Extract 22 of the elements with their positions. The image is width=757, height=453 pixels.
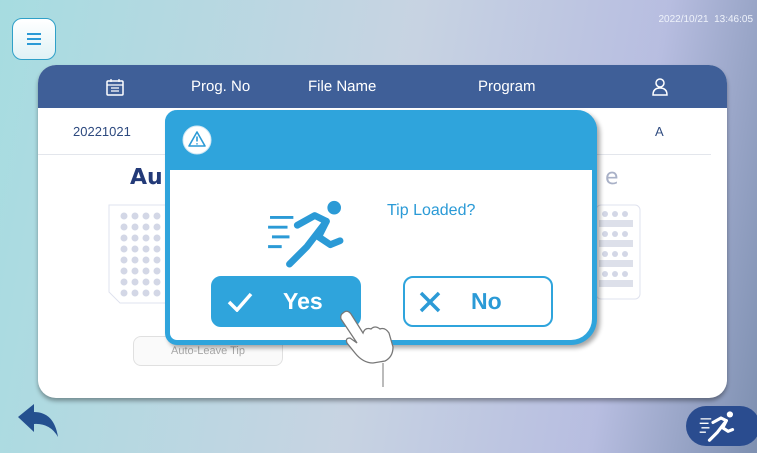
back-arrow-icon[interactable] [16, 403, 60, 439]
warning-icon [182, 125, 212, 155]
no-button[interactable]: No [403, 276, 553, 327]
close-icon [419, 290, 441, 312]
panel-title: Au [130, 165, 163, 190]
panel-title: e [605, 165, 619, 190]
table-cell-text: A [655, 124, 665, 138]
run-button[interactable] [686, 406, 757, 446]
running-person-icon [698, 410, 736, 442]
table-cell-text: 20221021 [73, 124, 132, 138]
running-person-icon [267, 198, 345, 268]
column-header: File Name [308, 78, 376, 95]
menu-button[interactable] [12, 18, 56, 60]
dialog-message: Tip Loaded? [387, 202, 476, 220]
column-header: Prog. No [191, 78, 250, 95]
user-icon [652, 78, 668, 96]
menu-icon [27, 33, 41, 45]
column-header: Program [478, 78, 536, 95]
check-icon [227, 292, 253, 312]
timestamp: 2022/10/21 13:46:05 [658, 14, 753, 25]
yes-button[interactable]: Yes [211, 276, 361, 327]
calendar-icon [106, 78, 124, 96]
